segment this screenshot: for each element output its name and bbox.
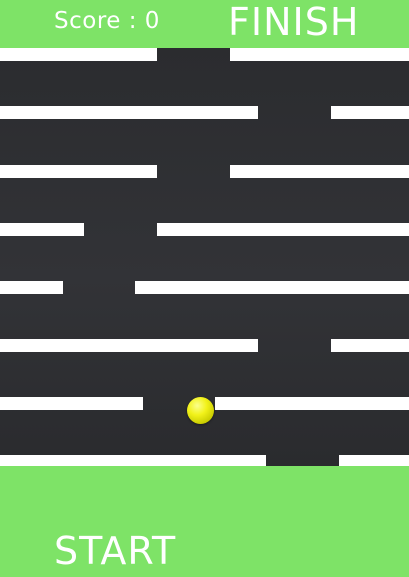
maze-wall <box>157 223 409 236</box>
start-label: START <box>54 529 177 573</box>
maze-wall <box>135 281 409 294</box>
maze-wall <box>331 339 409 352</box>
maze-wall <box>230 165 409 178</box>
game-screen[interactable]: Score : 0 FINISH START <box>0 0 409 577</box>
maze-wall <box>0 48 157 61</box>
maze-wall <box>0 165 157 178</box>
maze-wall <box>0 281 63 294</box>
maze-wall <box>215 397 409 410</box>
maze-wall <box>0 223 84 236</box>
maze-wall <box>331 106 409 119</box>
maze-wall <box>0 106 258 119</box>
maze-wall <box>230 48 409 61</box>
maze-wall <box>0 397 143 410</box>
maze-wall <box>0 339 258 352</box>
finish-label: FINISH <box>228 0 360 44</box>
score-display: Score : 0 <box>54 8 160 34</box>
player-ball[interactable] <box>187 397 214 424</box>
